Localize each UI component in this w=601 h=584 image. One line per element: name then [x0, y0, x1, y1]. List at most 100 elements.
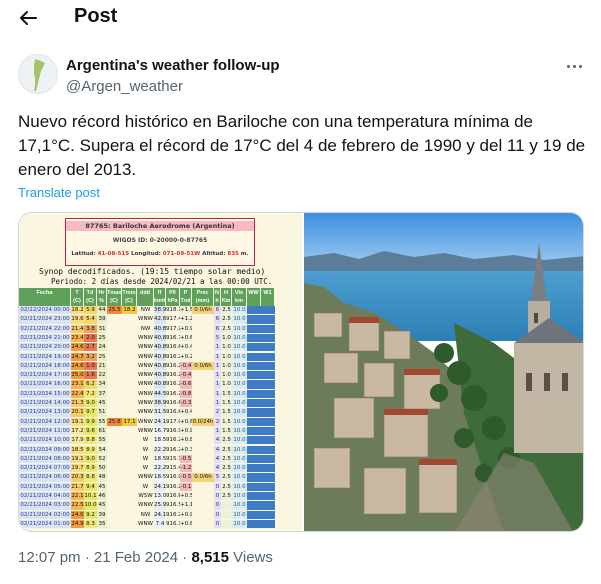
table-cell-prec: 0.0/6h: [192, 361, 214, 371]
table-cell-prec: [192, 436, 214, 445]
table-cell-n: 0: [214, 519, 221, 529]
table-cell-ddd: WNW: [137, 501, 154, 510]
views-count: 8,515: [191, 549, 229, 566]
synop-period: Periodo: 2 días desde 2024/02/21 a las 0…: [51, 277, 273, 286]
column-header: N h: [214, 288, 221, 306]
table-cell-tmin: [122, 315, 137, 324]
bariloche-cathedral-photo: [304, 213, 583, 531]
avatar[interactable]: [18, 54, 58, 94]
table-cell-t: 23.1: [71, 380, 84, 389]
table-cell-hr: 48: [97, 473, 107, 482]
column-header: Fecha: [19, 288, 71, 306]
table-cell-ff: 16.7: [154, 426, 166, 436]
post-meta: 12:07 pm · 21 Feb 2024 · 8,515 Views: [18, 549, 273, 566]
table-cell-p0: 917.4: [166, 315, 180, 324]
table-cell-p0: 916.1: [166, 519, 180, 529]
table-cell-ddd: WNW: [137, 352, 154, 361]
table-cell-fecha: 02/21/2024 07:00: [19, 464, 71, 473]
table-cell-tmax: [107, 408, 122, 417]
table-cell-tnd: +0.9: [180, 510, 192, 519]
table-cell-ff: 40.8: [154, 371, 166, 380]
table-cell-tmin: [122, 445, 137, 454]
post-timestamp[interactable]: 12:07 pm · 21 Feb 2024 ·: [18, 549, 191, 566]
table-cell-t: 22.1: [71, 492, 84, 501]
table-cell-hr: 22: [97, 371, 107, 380]
table-cell-n: 0: [214, 482, 221, 491]
weather-symbol-icon: [261, 492, 275, 501]
table-cell-tmin: [122, 482, 137, 491]
table-cell-td: 8.8: [84, 473, 97, 482]
table-cell-vis: 10.0: [232, 306, 247, 315]
table-cell-h: 2.5: [221, 464, 232, 473]
weather-table-image[interactable]: 87765: Bariloche Aerodrome (Argentina) W…: [19, 213, 302, 531]
table-cell-ff: 38.9: [154, 399, 166, 408]
table-cell-tmax: [107, 492, 122, 501]
table-cell-hr: 39: [97, 510, 107, 519]
translate-post-link[interactable]: Translate post: [18, 185, 100, 200]
table-cell-tmax: [107, 343, 122, 352]
table-cell-ff: 40.8: [154, 352, 166, 361]
table-cell-p0: 915.4: [166, 464, 180, 473]
author-handle[interactable]: @Argen_weather: [66, 78, 183, 95]
table-cell-vis: 10.0: [232, 492, 247, 501]
table-cell-td: 9.6: [84, 426, 97, 436]
table-cell-prec: [192, 380, 214, 389]
table-cell-td: 9.2: [84, 510, 97, 519]
weather-symbol-icon: [261, 371, 275, 380]
table-cell-prec: [192, 389, 214, 398]
bariloche-photo[interactable]: [304, 213, 583, 531]
weather-symbol-icon: [247, 454, 261, 464]
table-cell-hr: 34: [97, 380, 107, 389]
weather-symbol-icon: [261, 324, 275, 333]
table-cell-ddd: NW: [137, 510, 154, 519]
table-cell-tmax: [107, 454, 122, 464]
weather-symbol-icon: [247, 464, 261, 473]
table-cell-vis: 10.0: [232, 371, 247, 380]
table-cell-fecha: 02/21/2024 15:00: [19, 389, 71, 398]
arrow-left-icon[interactable]: [16, 6, 40, 30]
table-cell-tmin: [122, 371, 137, 380]
table-cell-t: 18.2: [71, 306, 84, 315]
table-cell-tnd: -1.2: [180, 464, 192, 473]
media-grid[interactable]: 87765: Bariloche Aerodrome (Argentina) W…: [18, 212, 584, 532]
author-name[interactable]: Argentina's weather follow-up: [66, 57, 280, 74]
table-cell-p0: 917.0: [166, 417, 180, 426]
table-cell-ff: 42.6: [154, 315, 166, 324]
table-cell-tmax: [107, 436, 122, 445]
table-cell-hr: 50: [97, 464, 107, 473]
table-cell-n: 1: [214, 352, 221, 361]
table-cell-vis: 10.0: [232, 510, 247, 519]
column-header: P Tnd: [180, 288, 192, 306]
table-cell-ddd: WNW: [137, 399, 154, 408]
table-cell-t: 22.5: [71, 501, 84, 510]
table-cell-tnd: +1.1: [180, 501, 192, 510]
weather-symbol-icon: [261, 436, 275, 445]
table-cell-tmax: [107, 482, 122, 491]
table-cell-p0: 916.2: [166, 436, 180, 445]
weather-symbol-icon: [247, 473, 261, 482]
table-cell-tmin: [122, 408, 137, 417]
table-cell-fecha: 02/21/2024 06:00: [19, 473, 71, 482]
table-cell-n: 4: [214, 436, 221, 445]
table-cell-h: 1.5: [221, 408, 232, 417]
table-cell-tmin: [122, 343, 137, 352]
table-cell-hr: 39: [97, 315, 107, 324]
table-cell-fecha: 02/21/2024 04:00: [19, 492, 71, 501]
table-cell-t: 20.1: [71, 408, 84, 417]
weather-symbol-icon: [261, 315, 275, 324]
table-cell-prec: [192, 501, 214, 510]
table-cell-n: 1: [214, 399, 221, 408]
weather-symbol-icon: [247, 333, 261, 343]
table-cell-t: 18.5: [71, 445, 84, 454]
table-cell-ddd: WNW: [137, 380, 154, 389]
more-options-icon[interactable]: [564, 56, 584, 76]
table-cell-n: 1: [214, 361, 221, 371]
table-cell-h: 2.5: [221, 445, 232, 454]
table-cell-ff: 22.2: [154, 464, 166, 473]
weather-symbol-icon: [247, 324, 261, 333]
table-cell-ff: 38.9: [154, 306, 166, 315]
table-cell-td: 2.7: [84, 343, 97, 352]
table-cell-tnd: +0.8: [180, 519, 192, 529]
table-cell-t: 21.4: [71, 324, 84, 333]
column-header: H Km: [221, 288, 232, 306]
